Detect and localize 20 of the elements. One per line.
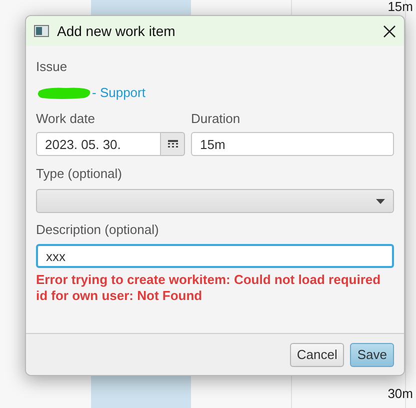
duration-label: 30m xyxy=(388,385,413,403)
field-label: Duration xyxy=(191,111,242,127)
window-icon xyxy=(34,25,49,37)
field-label: Type (optional) xyxy=(36,166,123,182)
field-label: Description (optional) xyxy=(36,222,160,238)
caret-icon xyxy=(376,198,385,204)
date-field[interactable]: 2023. 05. 30. xyxy=(36,132,161,156)
duration-field[interactable]: 15m xyxy=(191,132,394,156)
dialog-button[interactable]: Cancel xyxy=(290,342,344,366)
field-label: Issue xyxy=(36,59,68,75)
close-icon[interactable] xyxy=(383,24,396,38)
duration-label: 15m xyxy=(388,0,413,14)
calendar-button[interactable] xyxy=(161,132,185,156)
redaction-mark xyxy=(36,86,91,100)
field-label: Work date xyxy=(36,111,96,127)
calendar-icon xyxy=(168,140,178,148)
dialog-button[interactable]: Save xyxy=(350,342,394,366)
window-title: Add new work item xyxy=(57,22,176,40)
error-message: Error trying to create workitem: Could not load required id for own user: Not Found xyxy=(36,272,382,304)
description-field[interactable]: xxx xyxy=(36,244,394,268)
